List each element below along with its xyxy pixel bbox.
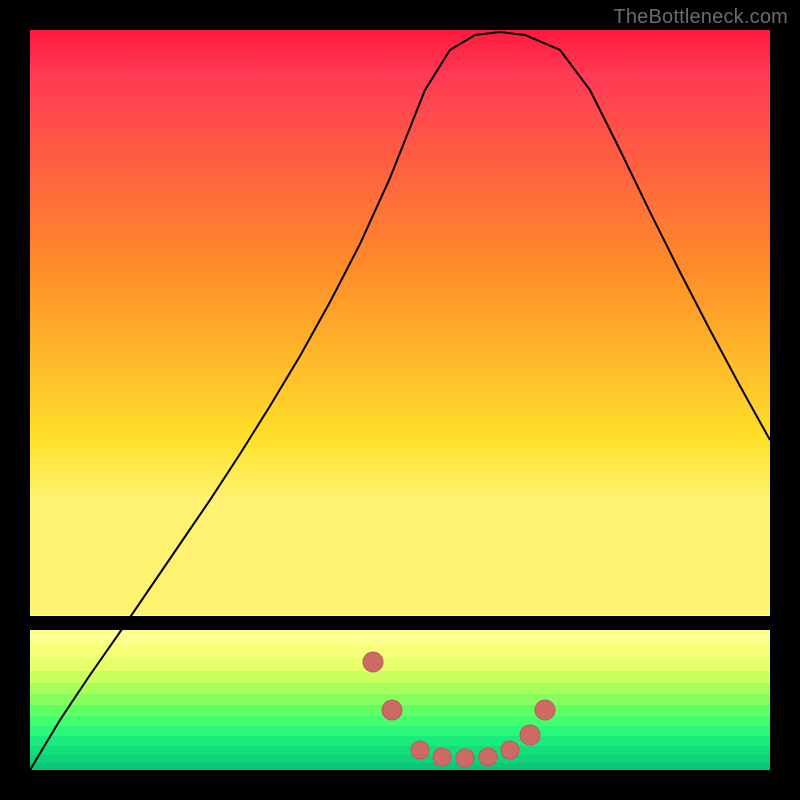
- marker-7: [501, 741, 519, 759]
- plot-area: [30, 30, 770, 770]
- marker-2: [382, 700, 402, 720]
- marker-4: [433, 748, 451, 766]
- curve-layer: [30, 30, 770, 770]
- bottleneck-curve: [30, 32, 770, 770]
- marker-8: [520, 725, 540, 745]
- marker-1: [363, 652, 383, 672]
- marker-9: [535, 700, 555, 720]
- marker-3: [411, 741, 429, 759]
- marker-6: [479, 748, 497, 766]
- watermark-text: TheBottleneck.com: [613, 6, 788, 29]
- marker-group: [363, 652, 555, 767]
- chart-frame: TheBottleneck.com: [0, 0, 800, 800]
- marker-5: [456, 749, 474, 767]
